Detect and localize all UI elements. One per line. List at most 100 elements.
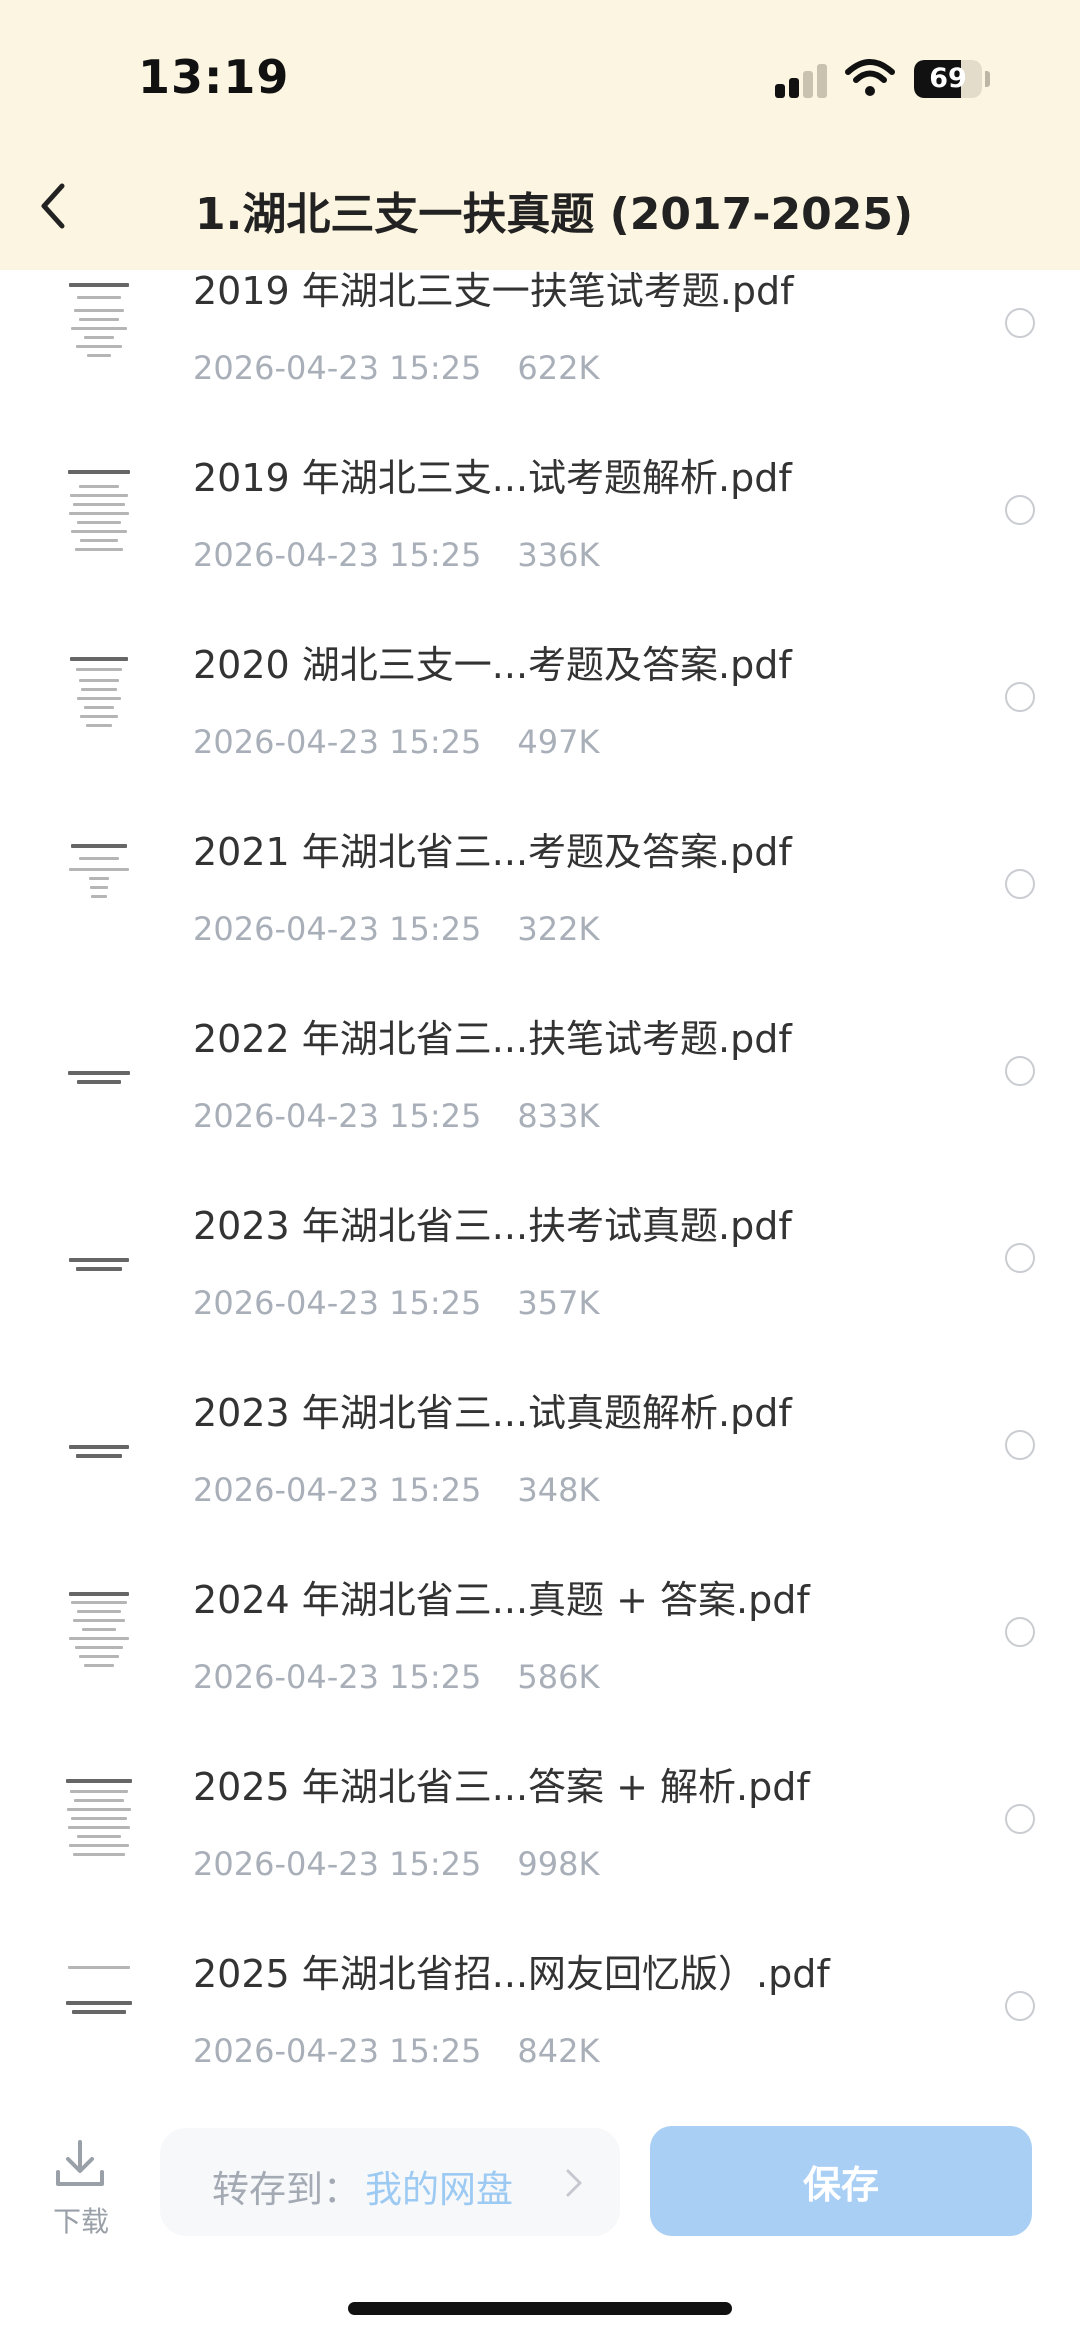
pdf-thumbnail-icon xyxy=(63,1770,135,1870)
select-radio[interactable] xyxy=(1005,1617,1035,1647)
save-to-target[interactable]: 我的网盘 xyxy=(365,2159,513,2213)
file-row[interactable]: 2019 年湖北三支一扶笔试考题.pdf 2026-04-23 15:25 622K xyxy=(0,270,1080,443)
file-meta: 2026-04-23 15:25 322K xyxy=(193,909,599,949)
file-date: 2026-04-23 15:25 xyxy=(193,723,482,761)
file-name: 2024 年湖北省三...真题 + 答案.pdf xyxy=(193,1578,810,1622)
select-radio[interactable] xyxy=(1005,869,1035,899)
download-label[interactable]: 下载 xyxy=(46,2200,116,2240)
download-icon[interactable] xyxy=(52,2136,108,2192)
cellular-signal-icon xyxy=(775,64,831,98)
select-radio[interactable] xyxy=(1005,1243,1035,1273)
thumbnail-text-line xyxy=(81,688,117,691)
thumbnail-text-line xyxy=(79,679,119,682)
back-button[interactable] xyxy=(30,176,74,236)
thumbnail-text-line xyxy=(82,1628,116,1631)
file-size: 842K xyxy=(517,2032,600,2070)
select-radio[interactable] xyxy=(1005,1804,1035,1834)
file-size: 998K xyxy=(517,1845,600,1883)
file-row[interactable]: 2024 年湖北省三...真题 + 答案.pdf 2026-04-23 15:25… xyxy=(0,1565,1080,1752)
select-radio[interactable] xyxy=(1005,1991,1035,2021)
pdf-thumbnail-icon xyxy=(63,648,135,748)
file-date: 2026-04-23 15:25 xyxy=(193,1471,482,1509)
thumbnail-text-line xyxy=(77,1080,121,1084)
status-time: 13:19 xyxy=(138,50,290,104)
pdf-thumbnail-icon xyxy=(63,1022,135,1122)
file-row[interactable]: 2025 年湖北省三...答案 + 解析.pdf 2026-04-23 15:25… xyxy=(0,1752,1080,1939)
pdf-thumbnail-icon xyxy=(63,461,135,561)
thumbnail-text-line xyxy=(69,1445,129,1449)
chevron-left-icon xyxy=(41,183,65,229)
file-row[interactable]: 2023 年湖北省三...扶考试真题.pdf 2026-04-23 15:25 35… xyxy=(0,1191,1080,1378)
select-radio[interactable] xyxy=(1005,1056,1035,1086)
battery-cap xyxy=(985,71,990,87)
pdf-thumbnail-icon xyxy=(63,1396,135,1496)
thumbnail-text-line xyxy=(77,296,121,299)
file-meta: 2026-04-23 15:25 586K xyxy=(193,1657,599,1697)
file-name: 2025 年湖北省招...网友回忆版）.pdf xyxy=(193,1952,830,1996)
file-row[interactable]: 2019 年湖北三支...试考题解析.pdf 2026-04-23 15:25 33… xyxy=(0,443,1080,630)
thumbnail-text-line xyxy=(66,2001,132,2005)
file-meta: 2026-04-23 15:25 998K xyxy=(193,1844,599,1884)
file-meta: 2026-04-23 15:25 336K xyxy=(193,535,599,575)
file-date: 2026-04-23 15:25 xyxy=(193,349,482,387)
thumbnail-text-line xyxy=(91,895,107,898)
home-indicator[interactable] xyxy=(348,2302,732,2315)
thumbnail-text-line xyxy=(71,1601,127,1604)
thumbnail-text-line xyxy=(79,1655,119,1658)
thumbnail-text-line xyxy=(79,318,119,321)
file-size: 497K xyxy=(517,723,600,761)
pdf-thumbnail-icon xyxy=(63,1583,135,1683)
thumbnail-text-line xyxy=(77,1610,121,1613)
file-size: 357K xyxy=(517,1284,600,1322)
file-size: 322K xyxy=(517,910,600,948)
thumbnail-text-line xyxy=(90,886,108,889)
save-to-selector[interactable]: 转存到： 我的网盘 xyxy=(160,2128,620,2236)
file-row[interactable]: 2021 年湖北省三...考题及答案.pdf 2026-04-23 15:25 32… xyxy=(0,817,1080,1004)
thumbnail-text-line xyxy=(73,1853,125,1856)
file-row[interactable]: 2023 年湖北省三...试真题解析.pdf 2026-04-23 15:25 34… xyxy=(0,1378,1080,1565)
thumbnail-text-line xyxy=(79,485,119,488)
thumbnail-text-line xyxy=(84,336,114,339)
thumbnail-text-line xyxy=(79,857,119,860)
file-row[interactable]: 2020 湖北三支一...考题及答案.pdf 2026-04-23 15:25 49… xyxy=(0,630,1080,817)
thumbnail-text-line xyxy=(71,530,127,533)
file-date: 2026-04-23 15:25 xyxy=(193,1284,482,1322)
thumbnail-text-line xyxy=(71,844,127,848)
file-name: 2021 年湖北省三...考题及答案.pdf xyxy=(193,830,792,874)
file-name: 2019 年湖北三支...试考题解析.pdf xyxy=(193,456,792,500)
thumbnail-text-line xyxy=(80,715,118,718)
thumbnail-text-line xyxy=(69,512,129,515)
battery-percent: 69 xyxy=(929,63,967,94)
file-date: 2026-04-23 15:25 xyxy=(193,1845,482,1883)
thumbnail-text-line xyxy=(76,668,122,671)
select-radio[interactable] xyxy=(1005,308,1035,338)
file-meta: 2026-04-23 15:25 842K xyxy=(193,2031,599,2071)
thumbnail-text-line xyxy=(66,1779,132,1783)
select-radio[interactable] xyxy=(1005,682,1035,712)
file-size: 833K xyxy=(517,1097,600,1135)
select-radio[interactable] xyxy=(1005,495,1035,525)
file-list[interactable]: 2019 年湖北三支一扶笔试考题.pdf 2026-04-23 15:25 622K… xyxy=(0,270,1080,2100)
file-name: 2025 年湖北省三...答案 + 解析.pdf xyxy=(193,1765,810,1809)
thumbnail-text-line xyxy=(72,2010,126,2014)
thumbnail-text-line xyxy=(75,1646,123,1649)
file-name: 2023 年湖北省三...扶考试真题.pdf xyxy=(193,1204,792,1248)
file-meta: 2026-04-23 15:25 833K xyxy=(193,1096,599,1136)
select-radio[interactable] xyxy=(1005,1430,1035,1460)
file-date: 2026-04-23 15:25 xyxy=(193,910,482,948)
thumbnail-text-line xyxy=(71,1817,127,1820)
thumbnail-text-line xyxy=(70,494,128,497)
file-name: 2022 年湖北省三...扶笔试考题.pdf xyxy=(193,1017,792,1061)
file-row[interactable]: 2022 年湖北省三...扶笔试考题.pdf 2026-04-23 15:25 83… xyxy=(0,1004,1080,1191)
thumbnail-text-line xyxy=(69,1592,129,1596)
save-button[interactable]: 保存 xyxy=(650,2126,1032,2236)
file-date: 2026-04-23 15:25 xyxy=(193,1097,482,1135)
thumbnail-text-line xyxy=(86,724,112,727)
file-row[interactable]: 2025 年湖北省招...网友回忆版）.pdf 2026-04-23 15:25 8… xyxy=(0,1939,1080,2100)
thumbnail-text-line xyxy=(76,345,122,348)
thumbnail-text-line xyxy=(68,1826,130,1829)
file-name: 2020 湖北三支一...考题及答案.pdf xyxy=(193,643,792,687)
thumbnail-text-line xyxy=(75,548,123,551)
thumbnail-text-line xyxy=(71,327,127,330)
thumbnail-text-line xyxy=(76,1267,122,1271)
